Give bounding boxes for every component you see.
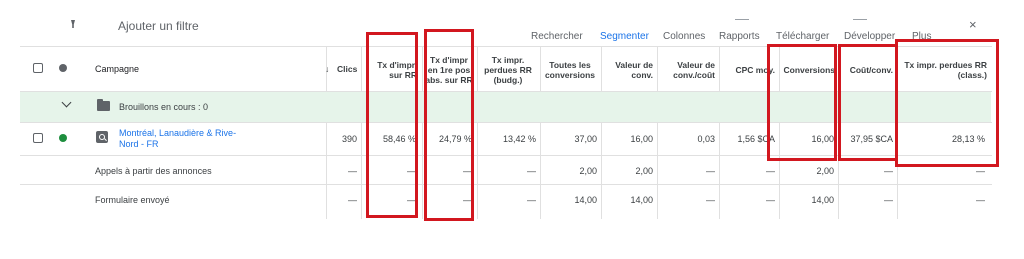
download-button[interactable]: Télécharger	[776, 31, 829, 42]
campaign-name-line: Montréal, Lanaudière & Rive-	[119, 128, 237, 138]
cell-lost-rank: —	[976, 166, 985, 176]
table-toolbar: Ajouter un filtre Rechercher Segmenter C…	[0, 0, 1024, 46]
search-button[interactable]: Rechercher	[531, 31, 583, 42]
header-line: conv./coût	[673, 70, 715, 80]
header-line: conversions	[544, 70, 596, 80]
header-clicks[interactable]: Clics	[337, 64, 357, 74]
campaign-name-link[interactable]: Montréal, Lanaudière & Rive- Nord - FR	[119, 128, 236, 150]
column-divider	[657, 47, 658, 219]
divider	[20, 184, 992, 185]
column-divider	[719, 47, 720, 219]
reports-button[interactable]: Rapports	[719, 31, 760, 42]
header-conv-value[interactable]: Valeur de conv.	[603, 60, 653, 80]
header-line: Tx impr.	[491, 55, 525, 65]
cell-conv-value: 2,00	[635, 166, 653, 176]
highlight-box-cost-conv	[838, 44, 898, 161]
cell-value-cost: —	[706, 166, 715, 176]
cell-conv-value: 14,00	[630, 195, 653, 205]
cell-all-conversions: 2,00	[579, 166, 597, 176]
columns-button[interactable]: Colonnes	[663, 31, 705, 42]
header-all-conversions[interactable]: Toutes les conversions	[542, 60, 598, 80]
campaign-name-line: Nord - FR	[119, 139, 159, 149]
status-header-dot	[59, 64, 67, 72]
cell-conversions: 14,00	[811, 195, 834, 205]
cell-value-cost: 0,03	[697, 134, 715, 144]
cell-clicks: —	[348, 195, 357, 205]
conversion-action-label: Formulaire envoyé	[95, 195, 170, 205]
column-divider	[540, 47, 541, 219]
cell-all-conversions: 37,00	[574, 134, 597, 144]
segment-button[interactable]: Segmenter	[600, 31, 649, 42]
header-line: perdues RR	[484, 65, 532, 75]
header-campaign[interactable]: Campagne	[95, 64, 139, 74]
column-divider	[601, 47, 602, 219]
expand-icon	[853, 19, 867, 20]
cell-avg-cpc: —	[766, 195, 775, 205]
chevron-down-icon[interactable]	[62, 99, 71, 108]
cell-lost-budget: 13,42 %	[502, 134, 536, 144]
cell-conversions: 2,00	[816, 166, 834, 176]
cell-all-conversions: 14,00	[574, 195, 597, 205]
header-line: conv.	[631, 70, 653, 80]
highlight-box-abs-top	[424, 29, 474, 221]
cell-clicks: 390	[341, 134, 357, 144]
header-value-cost[interactable]: Valeur de conv./coût	[659, 60, 715, 80]
header-line: Valeur de	[677, 60, 715, 70]
close-icon[interactable]: ×	[969, 17, 977, 32]
cell-lost-budget: —	[527, 195, 536, 205]
column-divider	[422, 47, 423, 219]
cell-value-cost: —	[706, 195, 715, 205]
header-line: Valeur de	[615, 60, 653, 70]
cell-lost-rank: —	[976, 195, 985, 205]
drafts-label[interactable]: Brouillons en cours : 0	[119, 102, 208, 112]
header-line: (budg.)	[493, 75, 523, 85]
status-dot-enabled[interactable]	[59, 134, 67, 142]
highlight-box-impr-share	[366, 32, 418, 218]
highlight-box-lost-rank	[895, 39, 999, 167]
header-line: Toutes les	[549, 60, 591, 70]
header-lost-budget[interactable]: Tx impr. perdues RR (budg.)	[479, 55, 537, 85]
download-icon	[735, 19, 749, 20]
conversion-action-label: Appels à partir des annonces	[95, 166, 212, 176]
cell-cost-conv: —	[884, 166, 893, 176]
expand-button[interactable]: Développer	[844, 31, 895, 42]
row-checkbox[interactable]	[33, 133, 43, 143]
select-all-checkbox[interactable]	[33, 63, 43, 73]
search-campaign-icon	[96, 131, 108, 143]
column-divider	[477, 47, 478, 219]
cell-clicks: —	[348, 166, 357, 176]
folder-icon	[97, 99, 110, 111]
cell-lost-budget: —	[527, 166, 536, 176]
add-filter-button[interactable]: Ajouter un filtre	[118, 19, 199, 33]
cell-cost-conv: —	[884, 195, 893, 205]
cell-conv-value: 16,00	[630, 134, 653, 144]
filter-icon[interactable]	[70, 20, 76, 30]
sort-desc-icon[interactable]: ↓	[325, 64, 337, 74]
highlight-box-conversions	[767, 44, 837, 161]
cell-avg-cpc: —	[766, 166, 775, 176]
column-divider	[361, 47, 362, 219]
